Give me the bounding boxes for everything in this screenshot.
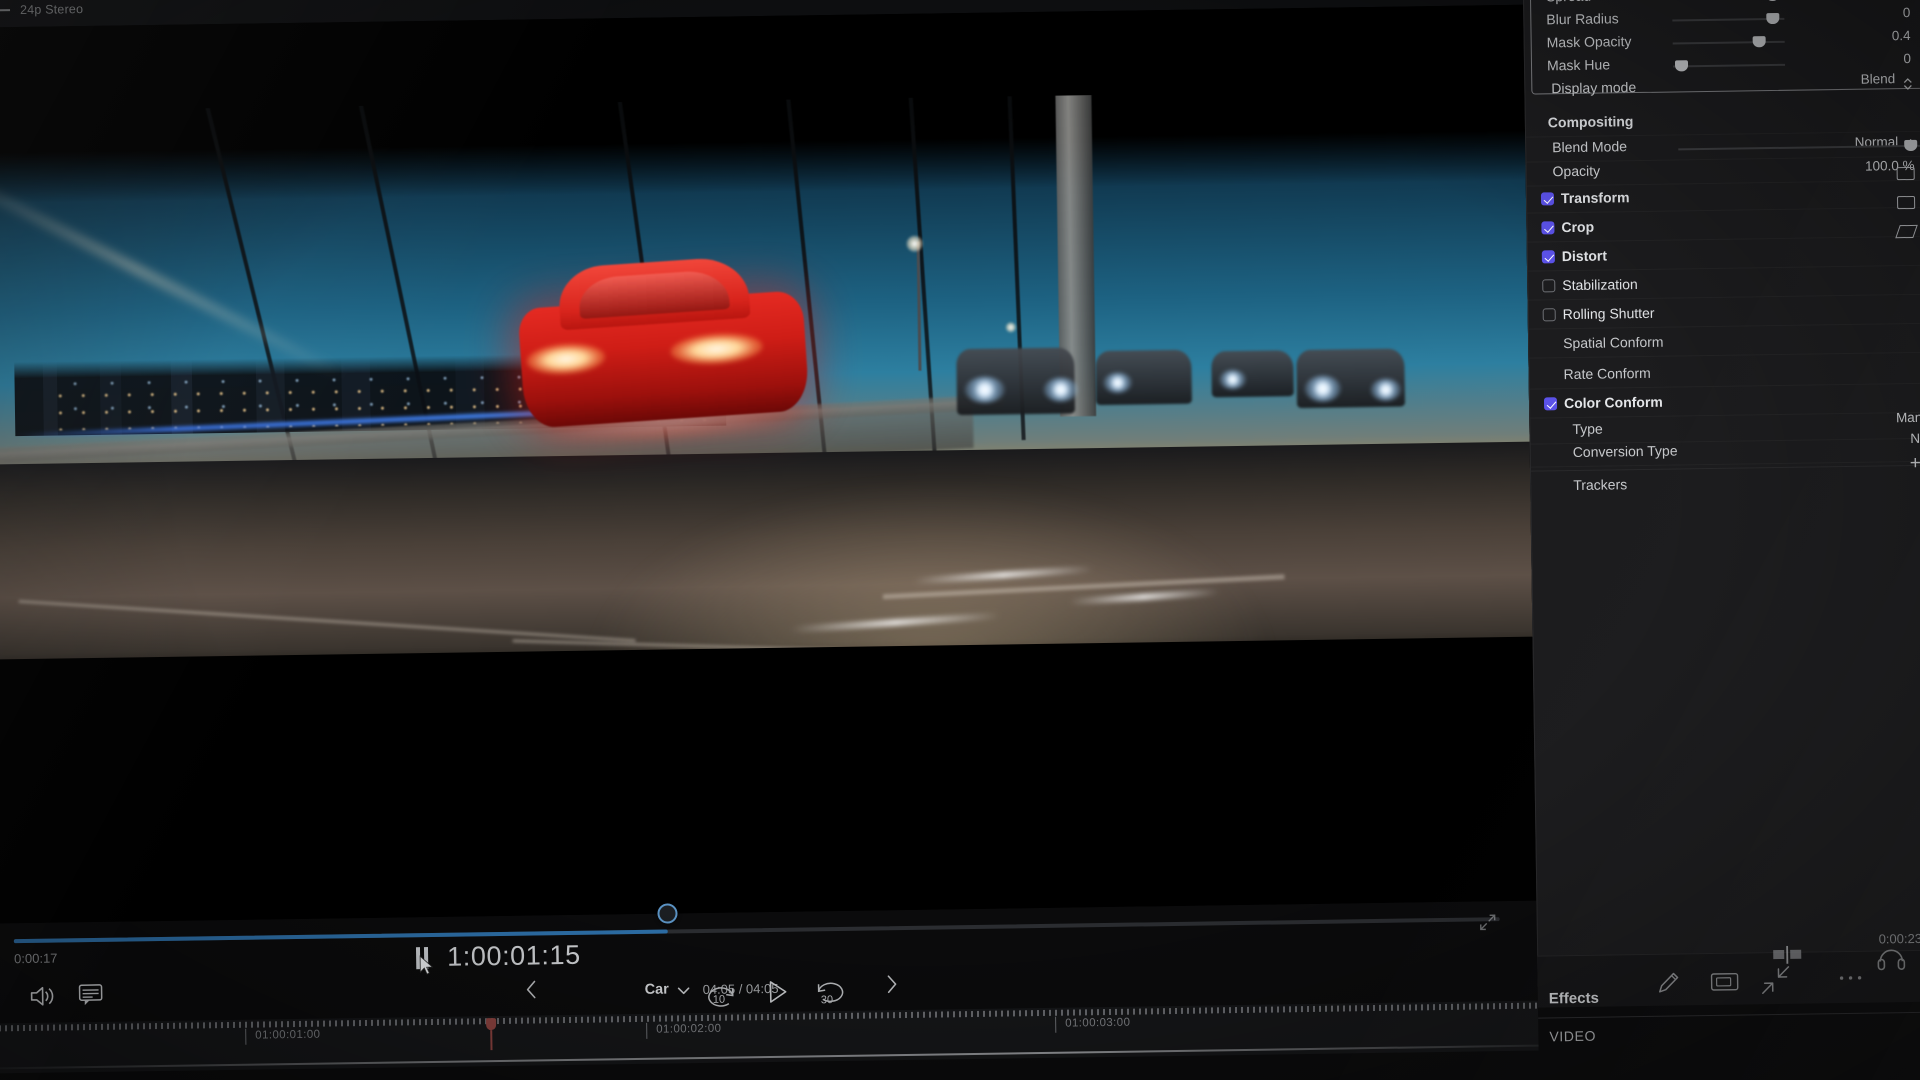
slider-thumb[interactable] bbox=[1766, 13, 1779, 24]
current-timecode[interactable]: 1:00:01:15 bbox=[447, 940, 581, 973]
retime-icon[interactable] bbox=[1772, 946, 1802, 964]
slider-value[interactable]: 0 bbox=[1903, 5, 1911, 20]
viewer-pane: 24p Stereo bbox=[0, 0, 1536, 924]
skip-back-amount: 10 bbox=[713, 994, 725, 1006]
screen-surface: 24p Stereo bbox=[0, 0, 1920, 1080]
crop-label: Crop bbox=[1561, 219, 1594, 235]
tab-effects[interactable]: Effects bbox=[1549, 990, 1599, 1008]
stabilization-checkbox[interactable] bbox=[1542, 279, 1555, 292]
headlight-glow bbox=[1043, 377, 1077, 402]
elapsed-time-label: 0:00:17 bbox=[14, 951, 58, 967]
inspector-panel: Spread 0.5 Blur Radius 0 Mask Opacity 0.… bbox=[1522, 0, 1920, 987]
ruler-timecode-mark: 01:00:03:00 bbox=[1065, 1017, 1130, 1030]
slider-thumb[interactable] bbox=[1675, 60, 1688, 71]
trackers-label: Trackers bbox=[1573, 476, 1627, 493]
headlight-glow bbox=[965, 376, 1005, 403]
headphones-icon[interactable] bbox=[1877, 945, 1905, 971]
playhead-marker-icon[interactable] bbox=[486, 1018, 496, 1048]
stabilization-label: Stabilization bbox=[1562, 276, 1638, 293]
transform-label: Transform bbox=[1561, 189, 1630, 206]
slider-value[interactable]: 0 bbox=[1903, 51, 1911, 66]
slider-label: Mask Hue bbox=[1547, 56, 1610, 73]
chevron-down-icon[interactable] bbox=[677, 986, 691, 996]
ruler-timecode-mark: 01:00:01:00 bbox=[255, 1029, 320, 1042]
scrubber-track[interactable] bbox=[14, 917, 1500, 943]
headlight-glow bbox=[1219, 369, 1245, 388]
red-car-subject bbox=[515, 252, 811, 451]
back-arrow-icon[interactable] bbox=[0, 3, 12, 17]
headlight-glow bbox=[1104, 372, 1132, 392]
rolling-shutter-checkbox[interactable] bbox=[1543, 308, 1556, 321]
distort-onscreen-control-icon[interactable] bbox=[1895, 225, 1918, 238]
pencil-edit-icon[interactable] bbox=[1655, 969, 1681, 995]
type-label: Type bbox=[1572, 421, 1603, 437]
playhead-stem bbox=[490, 1030, 492, 1050]
skip-forward-amount: 30 bbox=[821, 994, 833, 1006]
timeline-ruler[interactable]: 01:00:01:00 01:00:02:00 01:00:03:00 bbox=[0, 1001, 1539, 1074]
timeline-divider bbox=[0, 1045, 1539, 1070]
more-options-icon[interactable] bbox=[1839, 974, 1863, 982]
row-trackers[interactable]: Trackers + bbox=[1531, 465, 1920, 500]
section-video-label: VIDEO bbox=[1549, 1028, 1596, 1045]
conversion-type-value[interactable]: None bbox=[1910, 431, 1920, 446]
opacity-label: Opacity bbox=[1552, 163, 1600, 180]
row-conversion-type[interactable]: Conversion Type None bbox=[1531, 433, 1920, 468]
crop-checkbox[interactable] bbox=[1541, 221, 1554, 234]
video-frame bbox=[0, 68, 1533, 679]
next-clip-icon[interactable] bbox=[884, 974, 898, 994]
slider-track[interactable] bbox=[1673, 64, 1785, 67]
ruler-tick-dots bbox=[0, 1003, 1538, 1032]
row-spatial-conform[interactable]: Spatial Conform bbox=[1529, 324, 1920, 359]
headlight-glow bbox=[1305, 375, 1341, 402]
viewer-black-padding bbox=[0, 720, 1536, 924]
rate-conform-label: Rate Conform bbox=[1563, 365, 1650, 382]
effects-tab-divider bbox=[1538, 1012, 1920, 1019]
color-conform-checkbox[interactable] bbox=[1544, 397, 1557, 410]
distort-checkbox[interactable] bbox=[1542, 250, 1555, 263]
road-light-sheen bbox=[572, 470, 1285, 671]
display-mode-value[interactable]: Blend bbox=[1861, 71, 1896, 87]
slider-label: Mask Opacity bbox=[1547, 33, 1632, 50]
headlight-glow bbox=[1371, 378, 1401, 400]
slider-thumb[interactable] bbox=[1753, 36, 1766, 47]
type-value[interactable]: Manual bbox=[1896, 410, 1920, 426]
mouse-pointer-icon bbox=[419, 955, 433, 975]
scrubber-handle[interactable] bbox=[657, 903, 677, 923]
slider-label: Spread bbox=[1546, 0, 1591, 4]
rolling-shutter-label: Rolling Shutter bbox=[1563, 305, 1655, 322]
blend-mode-label: Blend Mode bbox=[1552, 138, 1627, 155]
playhead-head bbox=[486, 1018, 496, 1030]
transform-checkbox[interactable] bbox=[1541, 192, 1554, 205]
blend-mode-value[interactable]: Normal bbox=[1855, 134, 1899, 150]
crop-onscreen-control-icon[interactable] bbox=[1897, 196, 1915, 209]
transform-onscreen-control-icon[interactable] bbox=[1897, 167, 1915, 180]
spatial-conform-label: Spatial Conform bbox=[1563, 334, 1664, 351]
compositing-label: Compositing bbox=[1548, 113, 1634, 130]
play-icon[interactable] bbox=[764, 978, 790, 1006]
slider-value[interactable]: 0.4 bbox=[1892, 28, 1911, 43]
previous-clip-icon[interactable] bbox=[524, 979, 538, 999]
color-conform-label: Color Conform bbox=[1564, 394, 1663, 411]
slider-track[interactable] bbox=[1673, 41, 1785, 44]
slider-label: Blur Radius bbox=[1546, 10, 1619, 27]
display-mode-label: Display mode bbox=[1551, 79, 1636, 96]
app-window: 24p Stereo bbox=[0, 0, 1920, 1080]
add-tracker-button[interactable]: + bbox=[1910, 454, 1920, 473]
keyword-tag-icon[interactable] bbox=[1710, 973, 1738, 991]
shrink-inward-icon[interactable] bbox=[1760, 965, 1790, 995]
total-time-label: 0:00:23 bbox=[1879, 931, 1920, 947]
closed-captions-icon[interactable] bbox=[78, 984, 104, 1006]
clip-format-label: 24p Stereo bbox=[20, 2, 83, 17]
ruler-timecode-mark: 01:00:02:00 bbox=[656, 1023, 721, 1036]
speaker-volume-icon[interactable] bbox=[28, 983, 58, 1009]
expand-diagonal-icon[interactable] bbox=[1479, 913, 1497, 931]
distort-label: Distort bbox=[1562, 247, 1607, 264]
display-mode-row[interactable]: Display mode Blend bbox=[1525, 69, 1920, 104]
clip-name-label[interactable]: Car bbox=[645, 981, 669, 997]
video-stage[interactable] bbox=[0, 5, 1534, 743]
chevron-updown-icon[interactable] bbox=[1902, 77, 1913, 91]
conversion-type-label: Conversion Type bbox=[1573, 442, 1678, 460]
